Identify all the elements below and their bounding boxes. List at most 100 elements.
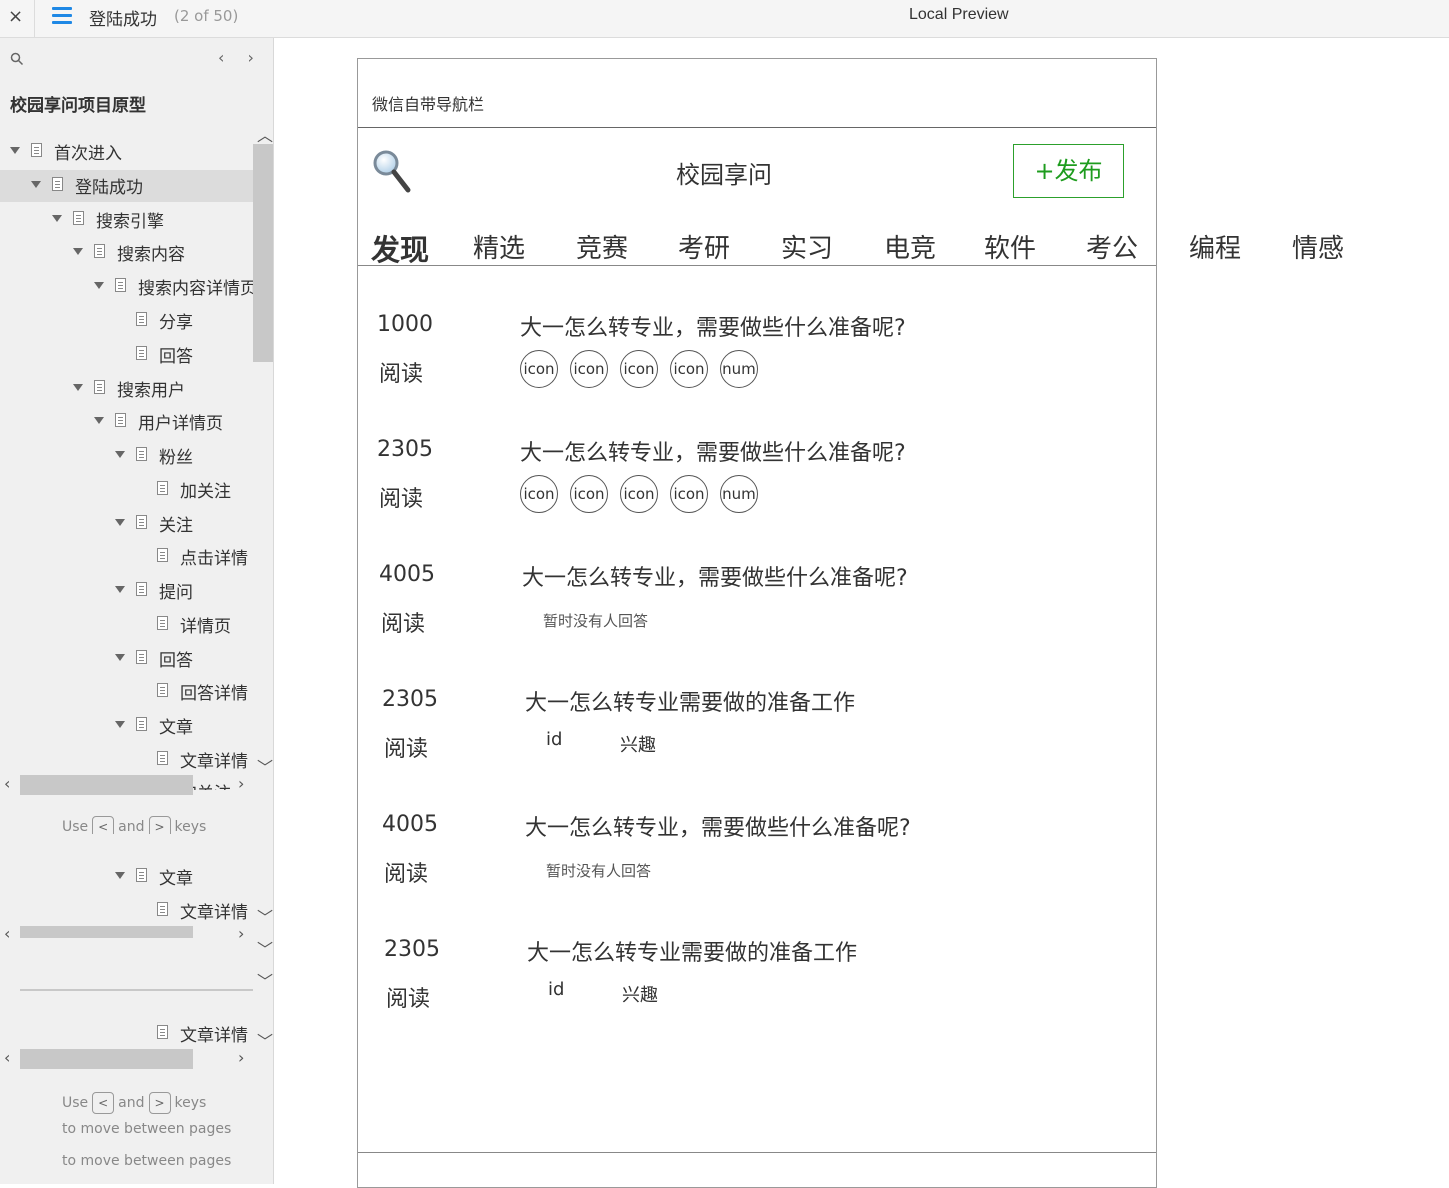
scroll-right-icon[interactable]: ›	[238, 924, 244, 943]
question-title[interactable]: 大一怎么转专业需要做的准备工作	[525, 685, 855, 717]
scrollbar-thumb[interactable]	[253, 144, 273, 362]
post-item[interactable]: 4005 阅读 大一怎么转专业，需要做些什么准备呢? 暂时没有人回答	[382, 812, 1082, 922]
tree-item[interactable]: 文章	[0, 861, 253, 893]
tab-1[interactable]: 精选	[473, 228, 525, 265]
tab-6[interactable]: 软件	[984, 228, 1036, 265]
post-item[interactable]: 4005 阅读 大一怎么转专业，需要做些什么准备呢? 暂时没有人回答	[379, 562, 1079, 672]
action-circle[interactable]: icon	[620, 350, 658, 388]
tree-item[interactable]: 首次进入	[0, 136, 253, 168]
tab-9[interactable]: 情感	[1292, 228, 1344, 265]
expand-caret-icon[interactable]	[52, 215, 62, 222]
tree-item[interactable]: 提问	[0, 575, 253, 607]
expand-caret-icon[interactable]	[10, 147, 20, 154]
tree-item[interactable]: 搜索引擎	[0, 204, 253, 236]
publish-button[interactable]: +发布	[1013, 144, 1124, 198]
tree-item[interactable]: 粉丝	[0, 440, 253, 472]
scroll-left-icon[interactable]: ‹	[4, 1048, 10, 1067]
close-icon[interactable]: ×	[8, 6, 23, 27]
question-title[interactable]: 大一怎么转专业，需要做些什么准备呢?	[520, 435, 906, 467]
question-title[interactable]: 大一怎么转专业，需要做些什么准备呢?	[522, 560, 908, 592]
sidebar-scrollbar[interactable]	[253, 140, 273, 780]
action-circle[interactable]: icon	[570, 475, 608, 513]
post-item[interactable]: 2305 阅读 大一怎么转专业需要做的准备工作 id 兴趣	[382, 687, 1082, 797]
action-circle[interactable]: icon	[620, 475, 658, 513]
scroll-left-icon[interactable]: ‹	[4, 924, 10, 943]
action-circle[interactable]: num	[720, 475, 758, 513]
expand-caret-icon[interactable]	[73, 384, 83, 391]
tab-5[interactable]: 电竞	[884, 228, 936, 265]
tab-3[interactable]: 考研	[678, 228, 730, 265]
tab-8[interactable]: 编程	[1189, 228, 1241, 265]
action-circle[interactable]: icon	[520, 475, 558, 513]
scroll-right-icon[interactable]: ›	[238, 1048, 244, 1067]
expand-caret-icon[interactable]	[115, 721, 125, 728]
expand-caret-icon[interactable]	[115, 654, 125, 661]
scroll-up-icon[interactable]: ︿	[257, 122, 273, 146]
tree-item[interactable]: 回答	[0, 339, 253, 371]
tree-item[interactable]: 回答详情	[0, 676, 253, 708]
action-icons: icon icon icon icon num	[520, 475, 770, 513]
action-circle[interactable]: icon	[570, 350, 608, 388]
interest-tag[interactable]: 兴趣	[622, 981, 658, 1007]
tree-item[interactable]: 文章详情	[0, 1018, 253, 1050]
h-scrollbar-thumb[interactable]	[20, 1049, 193, 1069]
tree-item[interactable]: 回答	[0, 643, 253, 675]
action-circle[interactable]: icon	[670, 475, 708, 513]
tree-item[interactable]: 点击详情	[0, 541, 253, 573]
read-label: 阅读	[386, 987, 431, 1012]
author-id[interactable]: id	[546, 729, 562, 750]
prev-page-icon[interactable]: ‹	[218, 48, 224, 67]
tree-item[interactable]: 登陆成功	[0, 170, 253, 202]
search-icon[interactable]	[10, 52, 24, 70]
tab-0[interactable]: 发现	[371, 227, 429, 269]
expand-caret-icon[interactable]	[115, 586, 125, 593]
tree-item-label: 文章详情	[180, 1026, 248, 1046]
expand-caret-icon[interactable]	[31, 181, 41, 188]
tree-item[interactable]: 搜索用户	[0, 373, 253, 405]
h-scrollbar-thumb[interactable]	[20, 775, 193, 795]
next-page-icon[interactable]: ›	[248, 48, 254, 67]
tree-item[interactable]: 搜索内容	[0, 237, 253, 269]
tree-item[interactable]: 关注	[0, 508, 253, 540]
tree-item-label: 登陆成功	[75, 178, 143, 198]
h-scrollbar-thumb[interactable]	[20, 926, 193, 938]
action-circle[interactable]: icon	[670, 350, 708, 388]
action-circle[interactable]: num	[720, 350, 758, 388]
tree-item[interactable]: 文章	[0, 710, 253, 742]
expand-caret-icon[interactable]	[115, 872, 125, 879]
post-item[interactable]: 2305 阅读 大一怎么转专业需要做的准备工作 id 兴趣	[384, 937, 1084, 1047]
scroll-down-icon[interactable]: ﹀	[257, 1028, 273, 1052]
expand-caret-icon[interactable]	[94, 282, 104, 289]
scroll-down-icon[interactable]: ﹀	[257, 754, 273, 778]
expand-caret-icon[interactable]	[115, 519, 125, 526]
expand-caret-icon[interactable]	[73, 248, 83, 255]
post-item[interactable]: 1000 阅读 大一怎么转专业，需要做些什么准备呢? icon icon icon icon…	[377, 312, 1077, 422]
scroll-right-icon[interactable]: ›	[238, 774, 244, 793]
scroll-left-icon[interactable]: ‹	[4, 774, 10, 793]
question-title[interactable]: 大一怎么转专业，需要做些什么准备呢?	[525, 810, 911, 842]
scroll-down-icon[interactable]: ﹀	[257, 904, 273, 928]
tree-item[interactable]: 详情页	[0, 609, 253, 641]
tree-item-label: 首次进入	[54, 144, 122, 164]
expand-caret-icon[interactable]	[115, 451, 125, 458]
interest-tag[interactable]: 兴趣	[620, 731, 656, 757]
author-id[interactable]: id	[548, 979, 564, 1000]
scroll-down-icon[interactable]: ﹀	[257, 968, 273, 992]
tab-2[interactable]: 竞赛	[576, 228, 628, 265]
post-item[interactable]: 2305 阅读 大一怎么转专业，需要做些什么准备呢? icon icon icon icon…	[377, 437, 1077, 547]
tree-item[interactable]: 文章详情	[0, 895, 253, 927]
tree-item[interactable]: 搜索内容详情页	[0, 271, 253, 303]
tree-item[interactable]: 分享	[0, 305, 253, 337]
tab-4[interactable]: 实习	[781, 228, 833, 265]
tree-item[interactable]: 文章详情	[0, 744, 253, 776]
tree-item[interactable]: 加关注	[0, 474, 253, 506]
expand-caret-icon[interactable]	[94, 417, 104, 424]
scroll-down-icon[interactable]: ﹀	[257, 936, 273, 960]
tab-7[interactable]: 考公	[1086, 228, 1138, 265]
tree-item-label: 点击详情	[180, 549, 248, 569]
action-circle[interactable]: icon	[520, 350, 558, 388]
question-title[interactable]: 大一怎么转专业，需要做些什么准备呢?	[520, 310, 906, 342]
question-title[interactable]: 大一怎么转专业需要做的准备工作	[527, 935, 857, 967]
tree-item[interactable]: 用户详情页	[0, 406, 253, 438]
menu-icon[interactable]	[52, 7, 72, 27]
